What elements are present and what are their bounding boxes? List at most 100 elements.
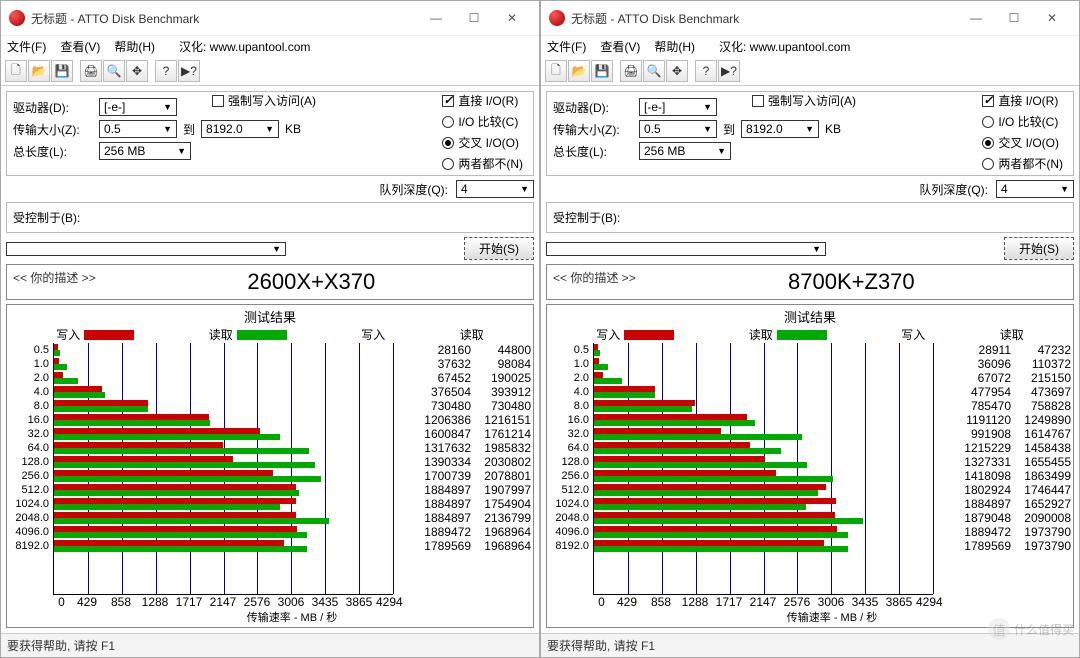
move-icon[interactable]: ✥ <box>666 60 688 82</box>
start-button[interactable]: 开始(S) <box>464 237 534 260</box>
value-row: 67452190025 <box>399 371 531 385</box>
plot-area <box>53 343 393 595</box>
value-row: 730480730480 <box>399 399 531 413</box>
y-label: 8.0 <box>9 399 49 413</box>
minimize-button[interactable]: — <box>417 7 455 29</box>
bar-row <box>594 469 933 483</box>
xfer-to-select[interactable]: 8192.0▼ <box>741 120 819 138</box>
help-icon[interactable]: ? <box>155 60 177 82</box>
start-button[interactable]: 开始(S) <box>1004 237 1074 260</box>
menu-help[interactable]: 帮助(H) <box>114 38 155 55</box>
overlapped-io-radio[interactable]: 交叉 I/O(O) <box>442 134 523 151</box>
io-compare-radio[interactable]: I/O 比较(C) <box>982 113 1063 130</box>
bar-row <box>594 483 933 497</box>
y-label: 2048.0 <box>9 511 49 525</box>
print-icon[interactable]: 🖨 <box>80 60 102 82</box>
move-icon[interactable]: ✥ <box>126 60 148 82</box>
menu-view[interactable]: 查看(V) <box>600 38 640 55</box>
settings-group: 驱动器(D): [-e-]▼ 传输大小(Z): 0.5▼ 到 8192.0▼ K… <box>6 91 534 176</box>
xfer-from-select[interactable]: 0.5▼ <box>99 120 177 138</box>
context-help-icon[interactable]: ▶? <box>718 60 740 82</box>
context-help-icon[interactable]: ▶? <box>178 60 200 82</box>
read-bar <box>594 364 608 370</box>
close-button[interactable]: ✕ <box>493 7 531 29</box>
menu-view[interactable]: 查看(V) <box>60 38 100 55</box>
value-row: 17007392078801 <box>399 469 531 483</box>
settings-group: 驱动器(D): [-e-]▼ 传输大小(Z): 0.5▼ 到 8192.0▼ K… <box>546 91 1074 176</box>
content-area: 驱动器(D): [-e-]▼ 传输大小(Z): 0.5▼ 到 8192.0▼ K… <box>1 86 539 633</box>
y-axis: 0.51.02.04.08.016.032.064.0128.0256.0512… <box>549 343 593 595</box>
direct-io-checkbox[interactable]: 直接 I/O(R) <box>442 92 523 109</box>
read-bar <box>594 518 863 524</box>
len-select[interactable]: 256 MB▼ <box>99 142 191 160</box>
xfer-from-select[interactable]: 0.5▼ <box>639 120 717 138</box>
io-compare-radio[interactable]: I/O 比较(C) <box>442 113 523 130</box>
read-bar <box>594 448 781 454</box>
col-read: 读取 <box>1000 326 1024 343</box>
close-button[interactable]: ✕ <box>1033 7 1071 29</box>
window-title: 无标题 - ATTO Disk Benchmark <box>31 10 417 27</box>
save-icon[interactable]: 💾 <box>51 60 73 82</box>
description-box[interactable]: << 你的描述 >> 8700K+Z370 <box>546 264 1074 300</box>
watermark: 值 什么值得买 <box>988 618 1074 640</box>
value-columns: 2891147232360961103726707221515047795447… <box>933 343 1071 595</box>
read-bar <box>54 350 60 356</box>
legend: 写入 读取 写入 读取 <box>549 326 1071 343</box>
y-label: 512.0 <box>549 483 589 497</box>
menu-file[interactable]: 文件(F) <box>547 38 586 55</box>
save-icon[interactable]: 💾 <box>591 60 613 82</box>
toolbar: 🗋 📂 💾 🖨 🔍 ✥ ? ▶? <box>1 57 539 86</box>
minimize-button[interactable]: — <box>957 7 995 29</box>
y-label: 256.0 <box>9 469 49 483</box>
open-icon[interactable]: 📂 <box>568 60 590 82</box>
controlled-select[interactable]: ▼ <box>546 242 826 256</box>
bar-row <box>594 539 933 553</box>
menu-help[interactable]: 帮助(H) <box>654 38 695 55</box>
y-label: 8192.0 <box>9 539 49 553</box>
read-bar <box>54 448 309 454</box>
toolbar: 🗋 📂 💾 🖨 🔍 ✥ ? ▶? <box>541 57 1079 86</box>
y-label: 256.0 <box>549 469 589 483</box>
drive-label: 驱动器(D): <box>13 99 93 116</box>
value-row: 17895691968964 <box>399 539 531 553</box>
x-axis: 042985812881717214725763006343538654294 <box>9 595 531 609</box>
maximize-button[interactable]: ☐ <box>995 7 1033 29</box>
preview-icon[interactable]: 🔍 <box>643 60 665 82</box>
new-icon[interactable]: 🗋 <box>5 60 27 82</box>
open-icon[interactable]: 📂 <box>28 60 50 82</box>
value-row: 13273311655455 <box>939 455 1071 469</box>
description-box[interactable]: << 你的描述 >> 2600X+X370 <box>6 264 534 300</box>
drive-select[interactable]: [-e-]▼ <box>99 98 177 116</box>
force-write-checkbox[interactable]: 强制写入访问(A) <box>752 92 856 109</box>
bar-row <box>54 511 393 525</box>
results-title: 测试结果 <box>9 307 531 326</box>
neither-radio[interactable]: 两者都不(N) <box>442 155 523 172</box>
value-row: 13903342030802 <box>399 455 531 469</box>
direct-io-checkbox[interactable]: 直接 I/O(R) <box>982 92 1063 109</box>
queue-select[interactable]: 4▼ <box>996 180 1074 198</box>
bar-row <box>54 469 393 483</box>
print-icon[interactable]: 🖨 <box>620 60 642 82</box>
force-write-checkbox[interactable]: 强制写入访问(A) <box>212 92 316 109</box>
value-row: 13176321985832 <box>399 441 531 455</box>
maximize-button[interactable]: ☐ <box>455 7 493 29</box>
value-row: 9919081614767 <box>939 427 1071 441</box>
value-row: 11911201249890 <box>939 413 1071 427</box>
new-icon[interactable]: 🗋 <box>545 60 567 82</box>
bar-row <box>594 385 933 399</box>
overlapped-io-radio[interactable]: 交叉 I/O(O) <box>982 134 1063 151</box>
len-select[interactable]: 256 MB▼ <box>639 142 731 160</box>
controlled-select[interactable]: ▼ <box>6 242 286 256</box>
queue-select[interactable]: 4▼ <box>456 180 534 198</box>
drive-select[interactable]: [-e-]▼ <box>639 98 717 116</box>
to-label: 到 <box>183 121 195 138</box>
neither-radio[interactable]: 两者都不(N) <box>982 155 1063 172</box>
help-icon[interactable]: ? <box>695 60 717 82</box>
menu-localization: 汉化: www.upantool.com <box>179 38 310 55</box>
menu-file[interactable]: 文件(F) <box>7 38 46 55</box>
preview-icon[interactable]: 🔍 <box>103 60 125 82</box>
xfer-to-select[interactable]: 8192.0▼ <box>201 120 279 138</box>
y-label: 4.0 <box>549 385 589 399</box>
read-bar <box>594 462 807 468</box>
chart: 0.51.02.04.08.016.032.064.0128.0256.0512… <box>9 343 531 595</box>
